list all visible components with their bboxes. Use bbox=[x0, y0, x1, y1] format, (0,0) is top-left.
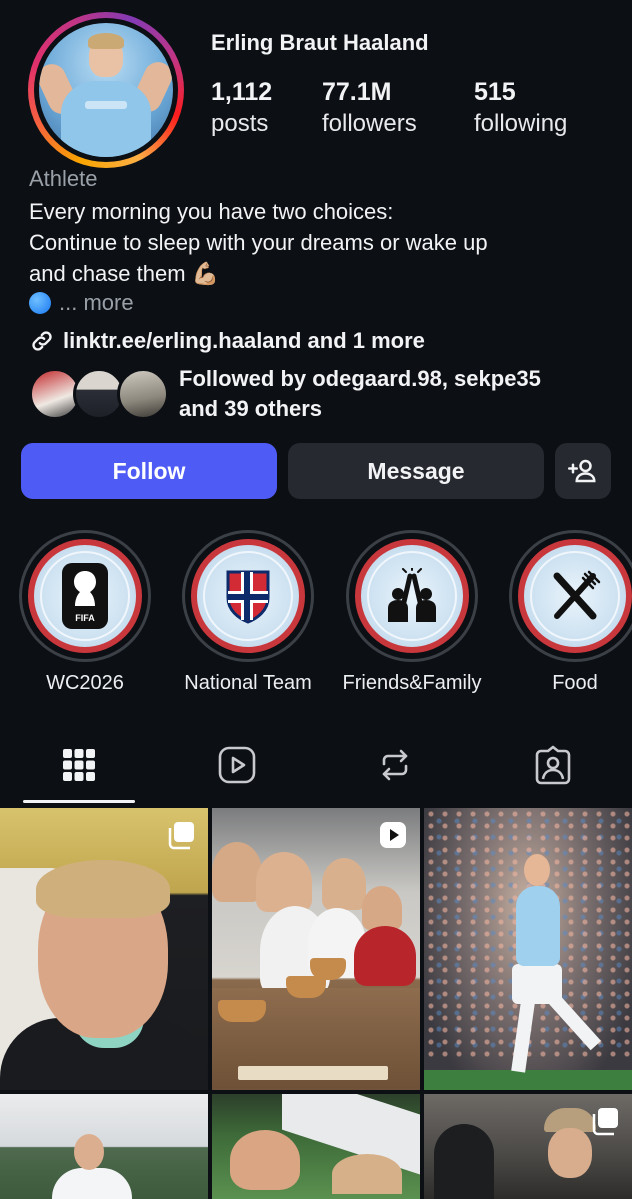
highlight-friends-family[interactable]: Friends&Family bbox=[330, 530, 494, 695]
add-user-button[interactable] bbox=[555, 443, 611, 499]
posts-grid bbox=[0, 808, 632, 1199]
reposts-icon bbox=[382, 749, 408, 781]
post-thumbnail[interactable] bbox=[424, 1094, 632, 1199]
add-user-icon bbox=[568, 459, 596, 483]
post-thumbnail[interactable] bbox=[424, 808, 632, 1090]
profile-bio: Every morning you have two choices: Cont… bbox=[29, 196, 609, 289]
tab-posts[interactable] bbox=[0, 730, 158, 800]
story-ring[interactable] bbox=[28, 12, 184, 168]
profile-name: Erling Braut Haaland bbox=[211, 30, 429, 55]
profile-header: Erling Braut Haaland 1,112 posts 77.1M f… bbox=[0, 0, 632, 170]
post-thumbnail[interactable] bbox=[0, 808, 208, 1090]
follow-button[interactable]: Follow bbox=[21, 443, 277, 499]
grid-icon bbox=[63, 749, 95, 781]
carousel-icon bbox=[592, 1108, 618, 1136]
stat-followers-label: followers bbox=[322, 110, 417, 137]
followed-by-line: and 39 others bbox=[179, 396, 323, 421]
fifa-trophy-icon: FIFA bbox=[62, 563, 108, 629]
highlight-label: Friends&Family bbox=[342, 672, 482, 694]
profile-tabs bbox=[0, 730, 632, 806]
svg-text:FIFA: FIFA bbox=[75, 613, 95, 623]
followed-by-text: Followed by odegaard.98, sekpe35 and 39 … bbox=[179, 364, 541, 424]
more-label: ... more bbox=[59, 290, 134, 315]
post-thumbnail[interactable] bbox=[212, 808, 420, 1090]
post-thumbnail[interactable] bbox=[0, 1094, 208, 1199]
stat-following-label: following bbox=[474, 110, 568, 137]
active-tab-indicator bbox=[23, 800, 135, 803]
mutual-avatar bbox=[117, 368, 169, 420]
stat-posts[interactable]: 1,112 posts bbox=[211, 78, 272, 142]
profile-avatar[interactable] bbox=[39, 23, 173, 157]
blue-circle-icon bbox=[29, 292, 51, 314]
followed-by[interactable]: Followed by odegaard.98, sekpe35 and 39 … bbox=[29, 364, 541, 424]
stat-following[interactable]: 515 following bbox=[474, 78, 567, 142]
link-text: linktr.ee/erling.haaland and 1 more bbox=[63, 328, 425, 353]
highlight-wc2026[interactable]: FIFA WC2026 bbox=[3, 530, 167, 695]
link-icon bbox=[32, 331, 52, 351]
tab-reels[interactable] bbox=[158, 730, 316, 800]
stat-followers-value: 77.1M bbox=[322, 78, 392, 106]
post-thumbnail[interactable] bbox=[212, 1094, 420, 1199]
tagged-icon bbox=[535, 745, 571, 785]
carousel-icon bbox=[168, 822, 194, 850]
bio-more[interactable]: ... more bbox=[29, 290, 134, 316]
story-highlights: FIFA WC2026 National Team Friends&Family… bbox=[0, 530, 632, 700]
stat-followers[interactable]: 77.1M followers bbox=[322, 78, 417, 142]
highlight-national-team[interactable]: National Team bbox=[166, 530, 330, 695]
highlight-label: National Team bbox=[184, 672, 312, 694]
bio-link[interactable]: linktr.ee/erling.haaland and 1 more bbox=[29, 328, 425, 354]
stat-posts-label: posts bbox=[211, 110, 269, 137]
message-button[interactable]: Message bbox=[288, 443, 544, 499]
mutual-avatars bbox=[29, 366, 169, 422]
fork-knife-icon bbox=[553, 570, 601, 620]
stat-posts-value: 1,112 bbox=[211, 78, 273, 106]
reels-icon bbox=[218, 746, 256, 784]
highlight-food[interactable]: Food bbox=[493, 530, 632, 695]
highlight-label: WC2026 bbox=[46, 672, 124, 694]
bio-line: Every morning you have two choices: bbox=[29, 199, 394, 224]
reel-icon bbox=[380, 822, 406, 848]
bio-line: and chase them 💪🏼 bbox=[29, 261, 220, 286]
norway-crest-icon bbox=[226, 570, 270, 624]
profile-category: Athlete bbox=[29, 166, 98, 191]
bio-line: Continue to sleep with your dreams or wa… bbox=[29, 230, 488, 255]
tab-tagged[interactable] bbox=[474, 730, 632, 800]
high-five-icon bbox=[388, 568, 436, 622]
stat-following-value: 515 bbox=[474, 78, 516, 106]
tab-reposts[interactable] bbox=[316, 730, 474, 800]
highlight-label: Food bbox=[552, 672, 598, 694]
followed-by-line: Followed by odegaard.98, sekpe35 bbox=[179, 366, 541, 391]
